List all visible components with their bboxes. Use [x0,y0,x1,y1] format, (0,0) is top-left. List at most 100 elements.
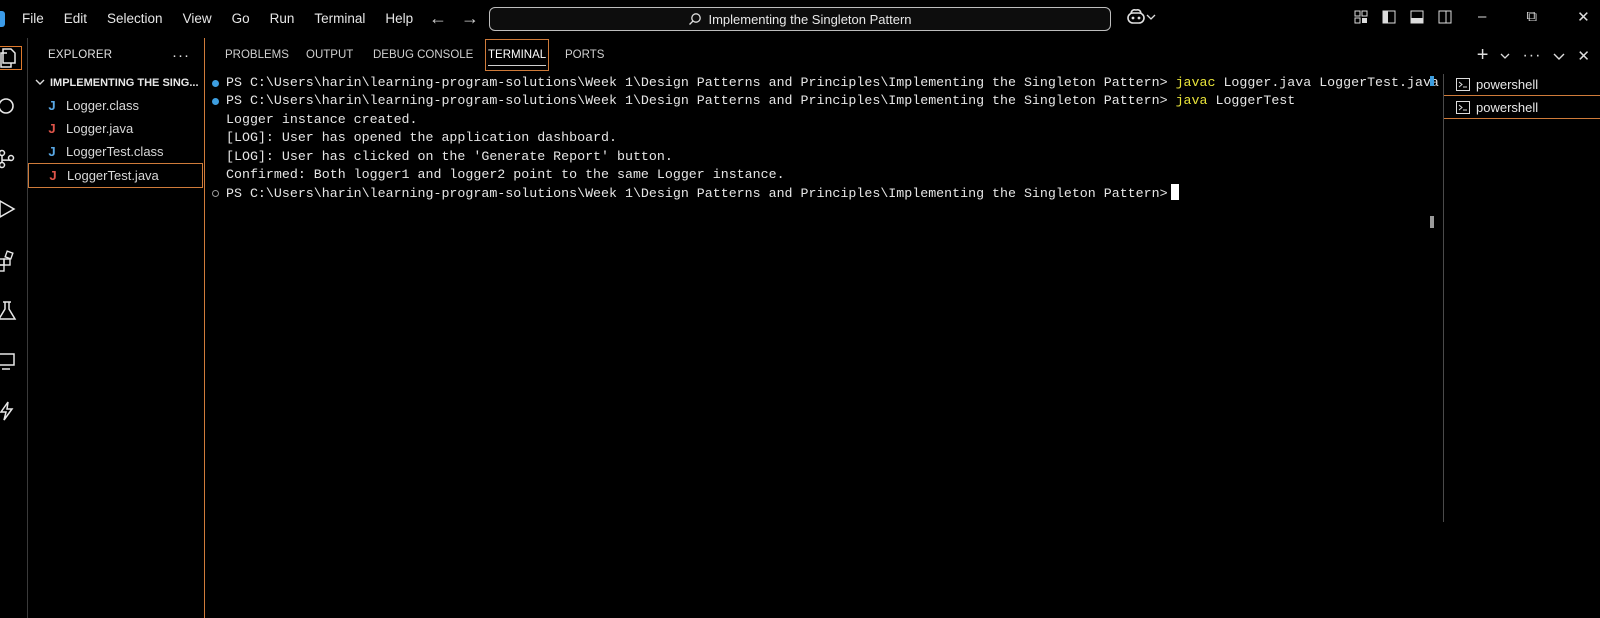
activity-bar [0,38,28,618]
run-debug-icon[interactable] [0,198,18,220]
back-arrow-icon[interactable]: ← [429,8,447,29]
tab-terminal-label: TERMINAL [488,49,547,61]
terminal-tab-label: powershell [1476,76,1539,92]
search-icon [689,13,702,25]
menu-help[interactable]: Help [385,10,413,28]
explorer-sidebar: EXPLORER ··· IMPLEMENTING THE SING... J … [28,38,205,618]
scrollbar-marker [1430,76,1434,86]
explorer-title: EXPLORER [48,49,113,61]
prompt: PS C:\Users\harin\learning-program-solut… [226,75,1168,90]
search-icon[interactable] [0,96,18,118]
java-file-icon: J [48,121,56,136]
command-args: LoggerTest [1215,93,1296,109]
file-name: Logger.java [66,121,134,136]
copilot-button[interactable] [1126,8,1156,26]
restore-icon[interactable]: ⧉ [1526,8,1537,26]
bottom-panel: PROBLEMS OUTPUT DEBUG CONSOLE TERMINAL P… [205,38,1600,618]
file-name: LoggerTest.class [66,144,164,159]
command-success-decoration-icon[interactable] [212,80,219,87]
command-center-search[interactable]: Implementing the Singleton Pattern [489,7,1111,31]
explorer-more-actions-icon[interactable]: ··· [172,47,190,64]
file-name: Logger.class [66,98,139,113]
close-icon[interactable]: ✕ [1577,8,1590,26]
source-control-icon[interactable] [0,148,18,170]
explorer-icon[interactable] [0,46,22,70]
file-item-loggertest-java[interactable]: J LoggerTest.java [28,163,203,188]
menu-view[interactable]: View [183,10,212,28]
command-exe: java [1175,93,1208,109]
terminal-line: PS C:\Users\harin\learning-program-solut… [226,92,1295,110]
menu-selection[interactable]: Selection [107,10,163,28]
java-file-icon: J [49,168,57,183]
extensions-icon[interactable] [0,250,18,272]
chevron-down-icon[interactable] [1500,52,1510,60]
prompt: PS C:\Users\harin\learning-program-solut… [226,93,1168,109]
tab-debug-console[interactable]: DEBUG CONSOLE [373,47,473,69]
customize-layout-icon[interactable] [1354,10,1368,24]
more-actions-icon[interactable]: ··· [1522,47,1541,65]
toggle-panel-icon[interactable] [1410,10,1424,24]
terminal-tab-powershell[interactable]: powershell [1444,73,1600,95]
command-success-decoration-icon[interactable] [212,98,219,105]
minimize-icon[interactable]: – [1478,8,1486,26]
command-exe: javac [1175,75,1216,90]
tab-terminal[interactable]: TERMINAL [485,39,550,71]
chevron-down-icon [1146,14,1156,20]
menu-bar: File Edit Selection View Go Run Terminal… [22,10,433,28]
tab-ports[interactable]: PORTS [565,47,604,69]
terminal-line: PS C:\Users\harin\learning-program-solut… [226,184,1179,203]
command-center-text: Implementing the Singleton Pattern [708,11,912,27]
menu-run[interactable]: Run [270,10,295,28]
file-list: J Logger.class J Logger.java J LoggerTes… [28,94,204,188]
terminal-tabs-divider[interactable] [1443,74,1444,522]
toggle-secondary-sidebar-icon[interactable] [1438,10,1452,24]
testing-flask-icon[interactable] [0,300,18,322]
menu-edit[interactable]: Edit [64,10,87,28]
file-item-logger-class[interactable]: J Logger.class [28,94,204,117]
tab-problems[interactable]: PROBLEMS [225,47,289,69]
tab-output[interactable]: OUTPUT [306,47,353,69]
java-class-file-icon: J [48,98,56,113]
title-bar: File Edit Selection View Go Run Terminal… [0,0,1600,38]
scrollbar-thumb[interactable] [1430,216,1434,228]
output-line: Confirmed: Both logger1 and logger2 poin… [226,167,785,182]
terminal-tab-powershell-active[interactable]: powershell [1444,95,1600,119]
output-line: [LOG]: User has clicked on the 'Generate… [226,148,673,164]
prompt: PS C:\Users\harin\learning-program-solut… [226,186,1168,202]
terminal-icon [1456,77,1470,91]
file-name: LoggerTest.java [67,168,159,183]
window-controls: – ⧉ ✕ [1478,8,1590,26]
active-tab-underline [488,65,547,66]
java-class-file-icon: J [48,144,56,159]
output-line: Logger instance created. [226,111,418,127]
toggle-primary-sidebar-icon[interactable] [1382,10,1396,24]
explorer-header: EXPLORER ··· [28,38,204,72]
menu-terminal[interactable]: Terminal [314,10,365,28]
terminal-cursor [1170,184,1179,201]
file-item-logger-java[interactable]: J Logger.java [28,117,204,140]
terminal-tab-label: powershell [1476,99,1539,115]
maximize-panel-chevron-icon[interactable] [1553,51,1565,61]
command-args: Logger.java LoggerTest.java [1223,75,1439,90]
close-panel-icon[interactable]: ✕ [1577,47,1590,65]
workspace-folder[interactable]: IMPLEMENTING THE SING... [28,72,204,94]
terminal-icon [1456,100,1470,114]
terminal-output[interactable]: PS C:\Users\harin\learning-program-solut… [205,74,1443,618]
menu-file[interactable]: File [22,10,44,28]
lightning-icon[interactable] [0,400,18,422]
workspace-folder-label: IMPLEMENTING THE SING... [50,77,199,89]
forward-arrow-icon[interactable]: → [461,8,479,29]
output-line: [LOG]: User has opened the application d… [226,130,617,146]
command-pending-decoration-icon[interactable] [212,190,219,197]
panel-tabs: PROBLEMS OUTPUT DEBUG CONSOLE TERMINAL P… [205,38,1600,72]
new-terminal-plus-icon[interactable]: + [1477,44,1489,67]
vscode-logo-icon[interactable] [0,11,5,27]
terminal-tabs-list: powershell powershell [1444,73,1600,119]
remote-explorer-icon[interactable] [0,350,18,372]
terminal-line: PS C:\Users\harin\learning-program-solut… [226,74,1439,92]
terminal-scrollbar[interactable] [1430,76,1434,228]
panel-actions: + ··· ✕ [1477,44,1590,67]
file-item-loggertest-class[interactable]: J LoggerTest.class [28,140,204,163]
copilot-icon [1127,9,1145,24]
menu-go[interactable]: Go [232,10,250,28]
